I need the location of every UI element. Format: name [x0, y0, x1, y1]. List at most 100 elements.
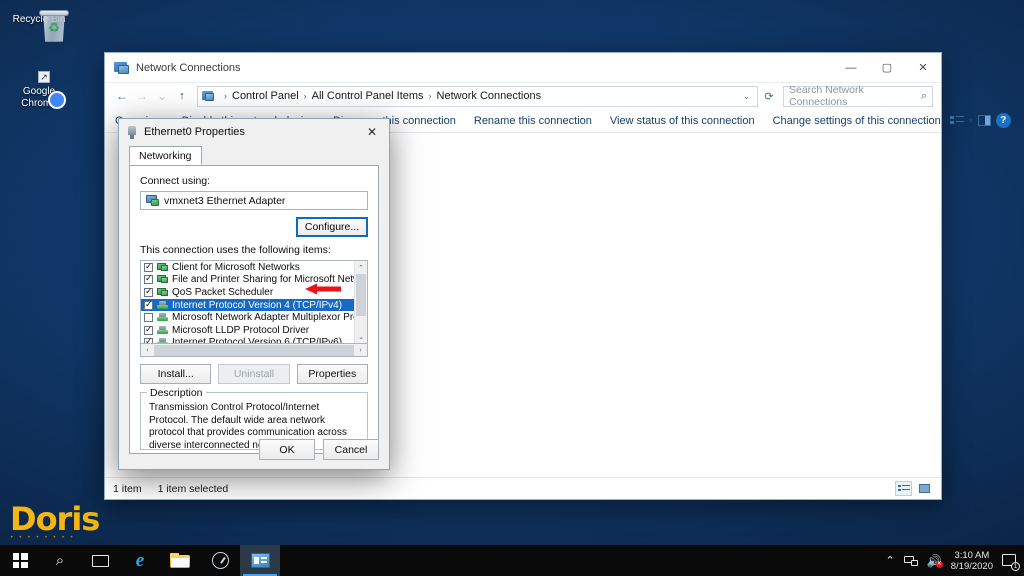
annotation-arrow-icon	[305, 283, 341, 295]
minimize-button[interactable]: —	[833, 53, 869, 83]
adapter-field: vmxnet3 Ethernet Adapter	[140, 191, 368, 210]
items-label: This connection uses the following items…	[140, 244, 331, 256]
client-icon	[157, 275, 168, 284]
recent-locations-button[interactable]: ⌄	[153, 86, 171, 106]
control-panel-icon	[202, 90, 215, 102]
large-icons-view-button[interactable]	[916, 481, 933, 496]
search-input[interactable]: Search Network Connections ⌕	[783, 84, 933, 108]
list-item[interactable]: Microsoft LLDP Protocol Driver	[141, 324, 354, 337]
folder-icon	[170, 553, 190, 568]
search-button[interactable]: ⌕	[40, 545, 80, 576]
cancel-button[interactable]: Cancel	[323, 439, 379, 460]
protocol-icon	[157, 325, 168, 335]
properties-button[interactable]: Properties	[296, 364, 368, 384]
task-view-icon	[91, 554, 109, 567]
dialog-close-button[interactable]: ✕	[355, 119, 389, 145]
status-bar: 1 item 1 item selected	[105, 477, 941, 499]
shortcut-overlay-icon: ↗	[38, 71, 50, 83]
network-items-list[interactable]: Client for Microsoft Networks File and P…	[140, 260, 368, 344]
file-explorer-button[interactable]	[160, 545, 200, 576]
checkbox[interactable]	[144, 286, 153, 297]
list-item[interactable]: Client for Microsoft Networks	[141, 261, 354, 274]
change-settings-command[interactable]: Change settings of this connection	[764, 115, 950, 127]
gauge-icon	[211, 552, 229, 569]
breadcrumb-item-all-control-panel-items[interactable]: All Control Panel Items	[312, 90, 424, 102]
scrollbar-thumb[interactable]	[154, 344, 354, 356]
checkbox[interactable]	[144, 299, 153, 310]
refresh-button[interactable]: ⟳	[760, 90, 778, 103]
maximize-button[interactable]: ▢	[869, 53, 905, 83]
breadcrumb-item-network-connections[interactable]: Network Connections	[437, 90, 542, 102]
client-icon	[157, 287, 168, 297]
forward-button[interactable]: →	[133, 86, 151, 106]
change-view-icon[interactable]	[949, 115, 964, 127]
back-button[interactable]: ←	[113, 86, 131, 106]
chevron-down-icon[interactable]: ⌄	[743, 92, 753, 101]
clock-date: 8/19/2020	[950, 560, 993, 572]
breadcrumb-item-control-panel[interactable]: Control Panel	[232, 90, 299, 102]
network-adapter-icon	[127, 125, 137, 139]
network-connections-button[interactable]	[240, 545, 280, 576]
list-item-label: Internet Protocol Version 4 (TCP/IPv4)	[172, 299, 343, 311]
list-item[interactable]: Internet Protocol Version 6 (TCP/IPv6)	[141, 336, 354, 343]
action-center-button[interactable]: 1	[1002, 553, 1020, 571]
list-item-label: Client for Microsoft Networks	[172, 261, 300, 273]
desktop-icon-google-chrome[interactable]: ↗ Google Chrome	[8, 71, 70, 109]
scrollbar-thumb[interactable]	[356, 274, 366, 316]
search-icon: ⌕	[920, 89, 927, 102]
view-status-command[interactable]: View status of this connection	[601, 115, 764, 127]
checkbox[interactable]	[144, 261, 153, 272]
list-horizontal-scrollbar[interactable]: ‹ ›	[140, 344, 368, 357]
ethernet-properties-dialog: Ethernet0 Properties ✕ Networking Connec…	[118, 118, 390, 470]
breadcrumb[interactable]: › Control Panel › All Control Panel Item…	[197, 85, 758, 107]
network-icon[interactable]	[903, 555, 918, 567]
window-titlebar[interactable]: Network Connections — ▢ ✕	[105, 53, 941, 83]
task-view-button[interactable]	[80, 545, 120, 576]
volume-muted-icon[interactable]: 🔊 ✕	[927, 554, 943, 568]
scroll-right-arrow-icon[interactable]: ›	[354, 347, 367, 354]
configure-button[interactable]: Configure...	[296, 217, 368, 237]
network-connections-icon	[114, 61, 130, 75]
start-button[interactable]	[0, 545, 40, 576]
list-item-selected[interactable]: Internet Protocol Version 4 (TCP/IPv4)	[141, 299, 354, 312]
connect-using-label: Connect using:	[140, 175, 211, 187]
desktop-icon-recycle-bin[interactable]: ♻ Recycle Bin	[8, 10, 70, 42]
networking-tab-panel: Connect using: vmxnet3 Ethernet Adapter …	[129, 166, 379, 454]
rename-connection-command[interactable]: Rename this connection	[465, 115, 601, 127]
scroll-up-arrow-icon[interactable]: ⌃	[355, 261, 367, 274]
system-tray: ⌃ 🔊 ✕ 3:10 AM 8/19/2020 1	[886, 545, 1024, 576]
scroll-down-arrow-icon[interactable]: ⌄	[355, 330, 367, 343]
checkbox[interactable]	[144, 313, 153, 323]
list-item-label: Microsoft Network Adapter Multiplexor Pr…	[172, 312, 368, 324]
navigation-bar: ← → ⌄ ↑ › Control Panel › All Control Pa…	[105, 83, 941, 109]
list-vertical-scrollbar[interactable]: ⌃ ⌄	[354, 261, 367, 343]
dashboard-button[interactable]	[200, 545, 240, 576]
search-placeholder: Search Network Connections	[789, 84, 864, 108]
breadcrumb-separator: ›	[303, 91, 307, 101]
client-icon	[157, 262, 168, 272]
internet-explorer-button[interactable]: e	[120, 545, 160, 576]
checkbox[interactable]	[144, 336, 153, 343]
chevron-down-icon[interactable]: ▾	[969, 116, 973, 125]
details-view-button[interactable]	[895, 481, 912, 496]
up-button[interactable]: ↑	[173, 86, 191, 106]
breadcrumb-separator: ›	[224, 91, 227, 101]
list-item[interactable]: Microsoft Network Adapter Multiplexor Pr…	[141, 311, 367, 324]
dialog-titlebar[interactable]: Ethernet0 Properties ✕	[119, 119, 389, 145]
preview-pane-icon[interactable]	[977, 115, 991, 126]
show-hidden-icons-button[interactable]: ⌃	[886, 554, 895, 567]
help-button[interactable]: ?	[995, 113, 1011, 128]
network-window-icon	[250, 553, 270, 568]
checkbox[interactable]	[144, 273, 153, 285]
status-item-count: 1 item	[113, 482, 142, 495]
taskbar: ⌕ e ⌃ 🔊 ✕ 3:10 AM 8/19/2020 1	[0, 545, 1024, 576]
uninstall-button: Uninstall	[218, 364, 290, 384]
install-button[interactable]: Install...	[140, 364, 212, 384]
ok-button[interactable]: OK	[259, 439, 315, 460]
notification-badge: 1	[1011, 561, 1020, 571]
clock[interactable]: 3:10 AM 8/19/2020	[951, 550, 993, 572]
scroll-left-arrow-icon[interactable]: ‹	[141, 347, 154, 354]
close-button[interactable]: ✕	[905, 53, 941, 83]
tab-networking[interactable]: Networking	[129, 146, 202, 165]
checkbox[interactable]	[144, 324, 153, 335]
